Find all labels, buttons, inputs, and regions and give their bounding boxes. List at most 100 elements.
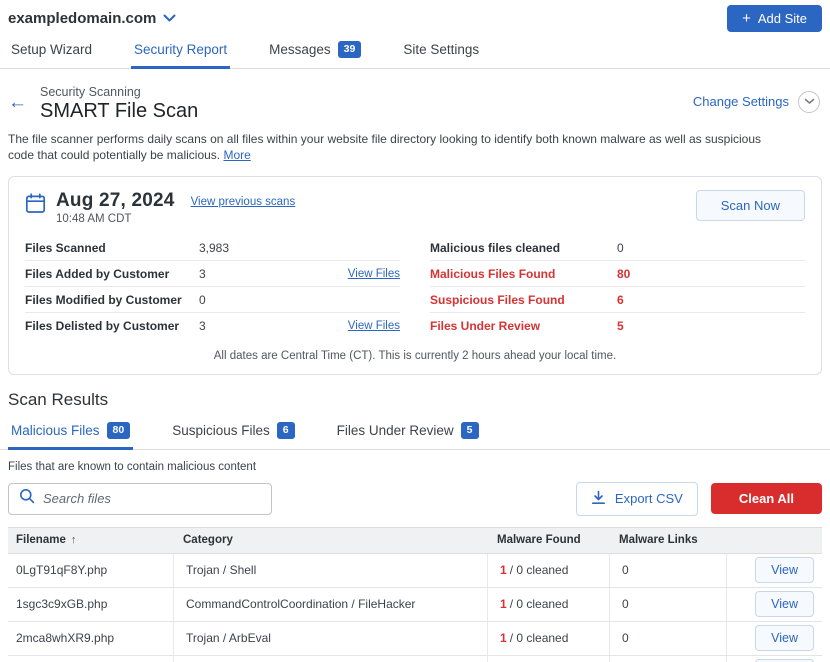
stat-row-malicious-found: Malicious Files Found 80 bbox=[430, 261, 805, 287]
download-icon bbox=[591, 490, 606, 508]
search-icon bbox=[19, 488, 35, 509]
chevron-down-icon bbox=[804, 98, 815, 105]
chevron-down-icon bbox=[163, 10, 176, 28]
cell-malware-found: 1 / 0 cleaned bbox=[487, 656, 609, 662]
change-settings-expand-button[interactable] bbox=[798, 91, 820, 113]
table-header-row: Filename ↑ Category Malware Found Malware… bbox=[8, 528, 822, 554]
tab-files-under-review[interactable]: Files Under Review 5 bbox=[334, 415, 482, 450]
tab-suspicious-files[interactable]: Suspicious Files 6 bbox=[169, 415, 297, 450]
stat-label: Malicious files cleaned bbox=[430, 241, 617, 255]
malware-cleaned: / 0 cleaned bbox=[510, 631, 569, 645]
cell-actions: View bbox=[726, 622, 822, 655]
scan-results-title: Scan Results bbox=[8, 390, 822, 410]
malware-count: 1 bbox=[500, 597, 507, 611]
table-row: aBNJfzrske.php CommandControlCoordinatio… bbox=[8, 656, 822, 662]
domain-name: exampledomain.com bbox=[8, 10, 156, 27]
stat-label: Suspicious Files Found bbox=[430, 293, 617, 307]
malicious-files-table: Filename ↑ Category Malware Found Malware… bbox=[8, 527, 822, 662]
stat-label: Files Under Review bbox=[430, 319, 617, 333]
malware-count: 1 bbox=[500, 631, 507, 645]
tab-label: Suspicious Files bbox=[172, 423, 270, 438]
cell-malware-found: 1 / 0 cleaned bbox=[487, 554, 609, 587]
more-link[interactable]: More bbox=[223, 148, 250, 162]
view-files-link[interactable]: View Files bbox=[348, 268, 400, 280]
add-site-button[interactable]: + Add Site bbox=[727, 5, 822, 32]
scan-stats-right: Malicious files cleaned 0 Malicious File… bbox=[430, 235, 805, 339]
stat-label: Files Delisted by Customer bbox=[25, 319, 199, 333]
table-row: 2mca8whXR9.php Trojan / ArbEval 1 / 0 cl… bbox=[8, 622, 822, 656]
column-header-category: Category bbox=[173, 534, 487, 546]
change-settings-link[interactable]: Change Settings bbox=[693, 94, 789, 109]
view-files-link[interactable]: View Files bbox=[348, 320, 400, 332]
cell-filename: 1sgc3c9xGB.php bbox=[8, 588, 173, 621]
search-box[interactable] bbox=[8, 483, 272, 515]
tab-messages[interactable]: Messages 39 bbox=[266, 34, 364, 69]
cell-malware-found: 1 / 0 cleaned bbox=[487, 622, 609, 655]
scan-date: Aug 27, 2024 bbox=[56, 190, 175, 212]
table-row: 1sgc3c9xGB.php CommandControlCoordinatio… bbox=[8, 588, 822, 622]
scan-time: 10:48 AM CDT bbox=[56, 213, 175, 225]
calendar-icon bbox=[25, 193, 46, 219]
export-csv-button[interactable]: Export CSV bbox=[576, 482, 698, 516]
column-header-filename[interactable]: Filename ↑ bbox=[8, 534, 173, 546]
stat-label: Files Modified by Customer bbox=[25, 293, 199, 307]
tab-setup-wizard[interactable]: Setup Wizard bbox=[8, 34, 95, 69]
stat-row-files-delisted: Files Delisted by Customer 3 View Files bbox=[25, 313, 400, 339]
scanner-description: The file scanner performs daily scans on… bbox=[0, 123, 790, 165]
stat-value: 3 bbox=[199, 267, 348, 281]
tab-site-settings[interactable]: Site Settings bbox=[400, 34, 482, 69]
header-label: Filename bbox=[16, 534, 66, 546]
malware-cleaned: / 0 cleaned bbox=[510, 563, 569, 577]
cell-filename: 0LgT91qF8Y.php bbox=[8, 554, 173, 587]
tab-security-report[interactable]: Security Report bbox=[131, 34, 230, 69]
tab-label: Files Under Review bbox=[337, 423, 454, 438]
cell-category: Trojan / Shell bbox=[173, 554, 487, 587]
results-tabs: Malicious Files 80 Suspicious Files 6 Fi… bbox=[0, 415, 830, 450]
stat-value: 0 bbox=[199, 293, 400, 307]
scan-stats-left: Files Scanned 3,983 Files Added by Custo… bbox=[25, 235, 400, 339]
stat-value: 0 bbox=[617, 241, 805, 255]
stat-row-under-review: Files Under Review 5 bbox=[430, 313, 805, 339]
stat-value: 80 bbox=[617, 267, 805, 281]
scan-now-button[interactable]: Scan Now bbox=[696, 190, 805, 221]
malware-count: 1 bbox=[500, 563, 507, 577]
search-files-input[interactable] bbox=[43, 491, 261, 506]
cell-malware-links: 0 bbox=[609, 656, 726, 662]
stat-value: 6 bbox=[617, 293, 805, 307]
results-controls: Export CSV Clean All bbox=[0, 473, 830, 527]
view-button[interactable]: View bbox=[755, 557, 814, 583]
view-button[interactable]: View bbox=[755, 591, 814, 617]
section-eyebrow: Security Scanning bbox=[40, 85, 198, 99]
stat-value: 3 bbox=[199, 319, 348, 333]
suspicious-files-count-badge: 6 bbox=[277, 422, 295, 439]
page-title: SMART File Scan bbox=[40, 100, 198, 123]
tab-malicious-files[interactable]: Malicious Files 80 bbox=[8, 415, 133, 450]
cell-actions: View bbox=[726, 554, 822, 587]
cell-filename: aBNJfzrske.php bbox=[8, 656, 173, 662]
plus-icon: + bbox=[742, 11, 751, 26]
export-csv-label: Export CSV bbox=[615, 491, 683, 506]
back-arrow-icon[interactable]: ← bbox=[8, 93, 27, 123]
cell-malware-links: 0 bbox=[609, 588, 726, 621]
view-previous-scans-link[interactable]: View previous scans bbox=[191, 196, 296, 208]
domain-selector[interactable]: exampledomain.com bbox=[8, 10, 176, 28]
cell-actions: View bbox=[726, 588, 822, 621]
cell-actions: View bbox=[726, 656, 822, 662]
sort-ascending-icon: ↑ bbox=[71, 534, 77, 546]
tab-label: Site Settings bbox=[403, 42, 479, 57]
cell-category: CommandControlCoordination / FileHacker bbox=[173, 656, 487, 662]
column-header-malware-links: Malware Links bbox=[609, 534, 726, 546]
stat-row-suspicious-found: Suspicious Files Found 6 bbox=[430, 287, 805, 313]
section-header: ← Security Scanning SMART File Scan Chan… bbox=[0, 69, 830, 123]
tab-label: Security Report bbox=[134, 42, 227, 57]
stat-label: Files Added by Customer bbox=[25, 267, 199, 281]
clean-all-button[interactable]: Clean All bbox=[711, 483, 822, 514]
stat-value: 3,983 bbox=[199, 241, 400, 255]
malware-cleaned: / 0 cleaned bbox=[510, 597, 569, 611]
timezone-note: All dates are Central Time (CT). This is… bbox=[9, 339, 821, 366]
column-header-malware-found: Malware Found bbox=[487, 534, 609, 546]
cell-malware-links: 0 bbox=[609, 622, 726, 655]
top-header: exampledomain.com + Add Site bbox=[0, 0, 830, 34]
view-button[interactable]: View bbox=[755, 625, 814, 651]
main-nav-tabs: Setup Wizard Security Report Messages 39… bbox=[0, 34, 830, 69]
